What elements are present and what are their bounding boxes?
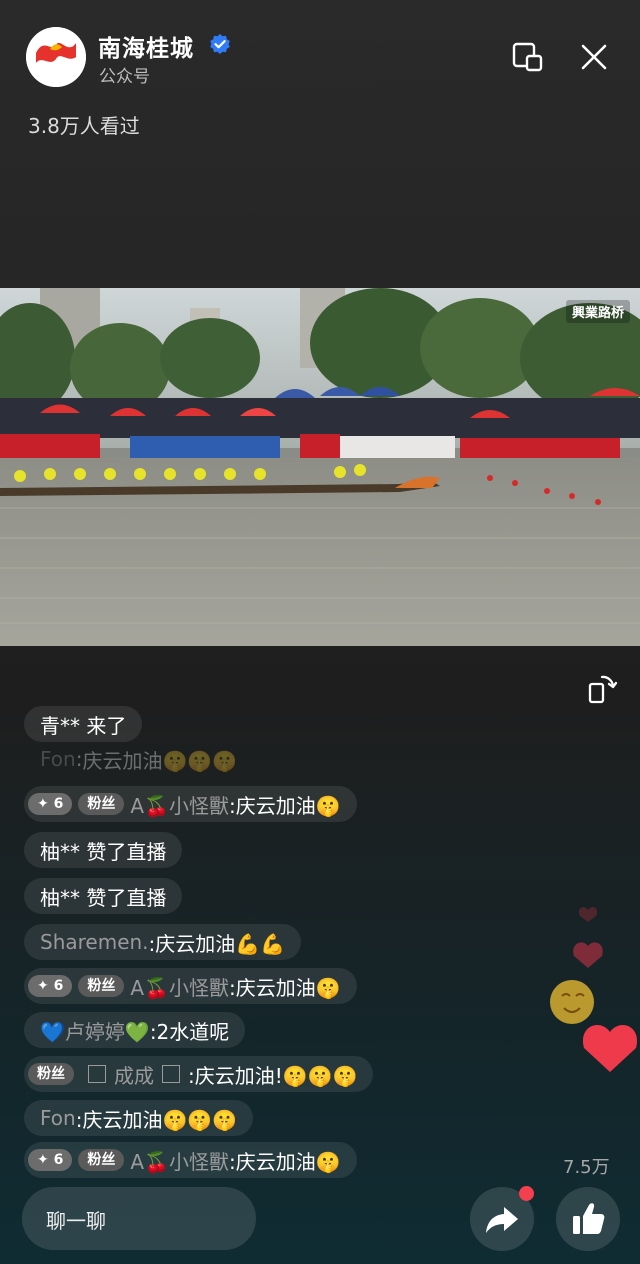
chat-input[interactable]: 聊一聊 [22, 1187, 256, 1250]
chat-message: Fon:庆云加油🤫🤫🤫 [24, 1100, 254, 1136]
avatar-logo-icon [26, 27, 86, 87]
chat-message: 粉丝 成成 :庆云加油!🤫🤫🤫 [24, 1056, 374, 1092]
chat-message: 柚** 赞了直播 [24, 832, 183, 868]
like-count: 7.5万 [563, 1157, 610, 1178]
close-icon[interactable] [577, 40, 611, 74]
level-badge: ✦ 6 [28, 793, 73, 815]
placeholder-glyph-icon [88, 1065, 106, 1083]
float-window-icon[interactable] [511, 40, 545, 74]
verified-badge-icon [210, 34, 230, 54]
level-badge: ✦ 6 [28, 1149, 73, 1171]
chat-message: ✦ 6 粉丝 A🍒小怪獸:庆云加油🤫 [24, 968, 357, 1004]
emoji-icon [550, 980, 594, 1024]
placeholder-glyph-icon [162, 1065, 180, 1083]
rotate-screen-icon[interactable] [586, 672, 620, 706]
chat-message: Sharemen.:庆云加油💪💪 [24, 924, 302, 960]
video-watermark: 興業路桥 [565, 300, 630, 323]
fans-badge: 粉丝 [78, 975, 125, 997]
fans-badge: 粉丝 [78, 793, 125, 815]
account-type: 公众号 [99, 67, 150, 87]
fans-badge: 粉丝 [28, 1063, 74, 1085]
chat-message: ✦ 6 粉丝 A🍒小怪獸:庆云加油🤫 [24, 786, 357, 822]
chat-message: Fon:庆云加油🤫🤫🤫 [40, 747, 238, 773]
chat-message: ✦ 6 粉丝 A🍒小怪獸:庆云加油🤫 [24, 1142, 357, 1178]
account-name[interactable]: 南海桂城 [98, 29, 194, 63]
chat-message: 柚** 赞了直播 [24, 878, 183, 914]
chat-message: 青** 来了 [24, 706, 143, 742]
level-badge: ✦ 6 [28, 975, 73, 997]
viewer-count: 3.8万人看过 [28, 114, 140, 138]
dragon-boat-scene [0, 288, 640, 646]
fans-badge: 粉丝 [78, 1149, 125, 1171]
like-button[interactable] [556, 1187, 620, 1251]
chat-input-placeholder: 聊一聊 [46, 1209, 106, 1233]
thumbs-up-icon [573, 1203, 605, 1234]
live-video[interactable]: 興業路桥 [0, 288, 640, 646]
chat-message: 💙卢婷婷💚:2水道呢 [24, 1012, 246, 1048]
floating-hearts [550, 907, 638, 1072]
account-avatar[interactable] [26, 27, 86, 87]
notification-dot [519, 1186, 534, 1201]
top-bar: 南海桂城 公众号 [0, 0, 640, 110]
